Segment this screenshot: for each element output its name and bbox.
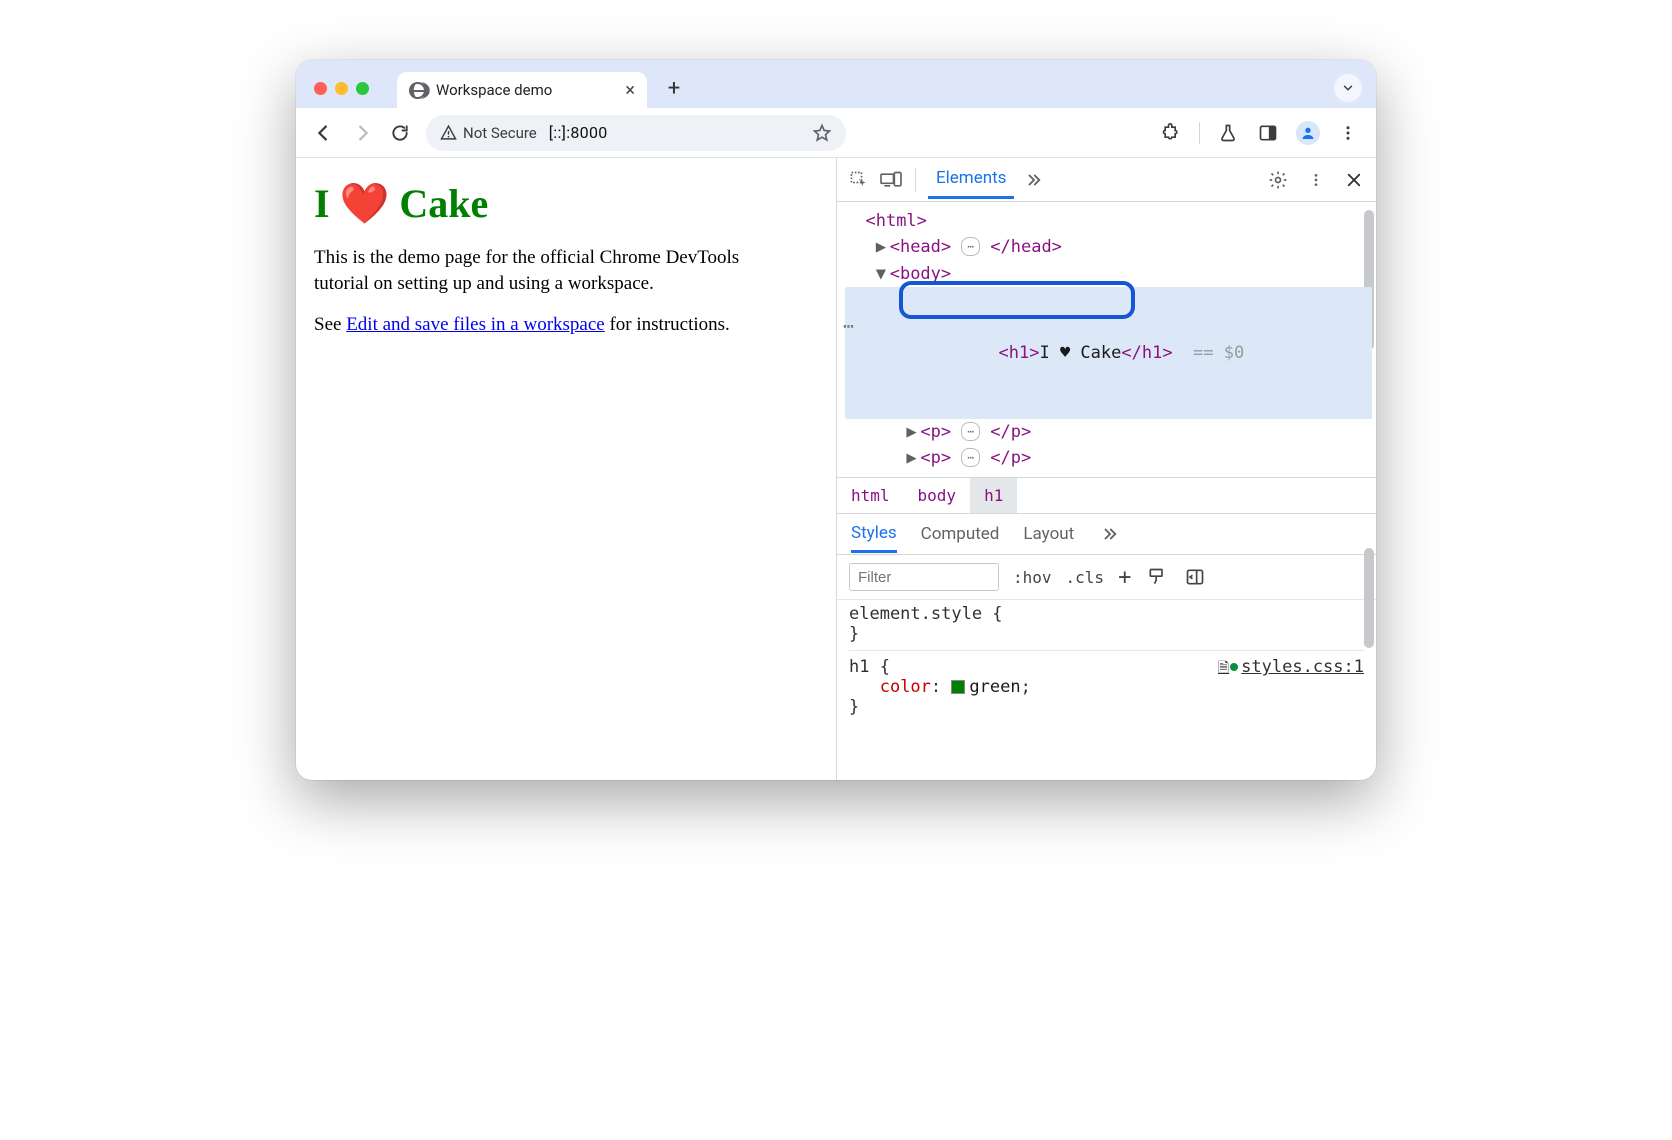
brush-icon xyxy=(1147,567,1167,587)
close-window-button[interactable] xyxy=(314,82,327,95)
tabs-overflow-button[interactable] xyxy=(1334,74,1362,102)
styles-filter-input[interactable] xyxy=(849,563,999,591)
page-heading: I ❤️ Cake xyxy=(314,180,818,227)
styles-subtabs: Styles Computed Layout xyxy=(837,513,1376,555)
panel-icon xyxy=(1258,123,1278,143)
bookmark-button[interactable] xyxy=(812,123,832,143)
extensions-button[interactable] xyxy=(1159,121,1183,145)
window-controls xyxy=(314,82,369,95)
styles-toolbar: :hov .cls + xyxy=(837,555,1376,599)
devtools-settings-button[interactable] xyxy=(1266,168,1290,192)
device-icon xyxy=(880,170,902,190)
rule-element-style[interactable]: element.style { } xyxy=(849,604,1364,644)
browser-toolbar: Not Secure [::]:8000 xyxy=(296,108,1376,158)
security-chip[interactable]: Not Secure xyxy=(440,124,537,142)
computed-panel-toggle[interactable] xyxy=(1183,565,1207,589)
hov-toggle[interactable]: :hov xyxy=(1013,568,1052,587)
page-paragraph-1: This is the demo page for the official C… xyxy=(314,245,774,296)
rule-source-link[interactable]: 🗎styles.css:1 xyxy=(1218,657,1364,681)
file-icon: 🗎 xyxy=(1218,660,1229,676)
toolbar-right xyxy=(1159,121,1360,145)
rule-close: } xyxy=(849,624,1364,644)
browser-window: Workspace demo × + Not Secure [::]:8000 xyxy=(296,60,1376,780)
chevrons-right-icon xyxy=(1100,525,1120,543)
paint-icon[interactable] xyxy=(1145,565,1169,589)
subtabs-overflow-button[interactable] xyxy=(1098,522,1122,546)
kebab-icon xyxy=(1339,124,1357,142)
dom-node-html[interactable]: <html> xyxy=(845,208,1372,234)
forward-button[interactable] xyxy=(350,121,374,145)
tabs-overflow-button[interactable] xyxy=(1022,168,1046,192)
dom-node-head[interactable]: ▶<head> ⋯ </head> xyxy=(845,234,1372,260)
devtools-panel: Elements <html> xyxy=(836,158,1376,780)
puzzle-icon xyxy=(1161,123,1181,143)
dom-tree[interactable]: <html> ▶<head> ⋯ </head> ▼<body> ⋯ <h1>I… xyxy=(837,202,1376,477)
color-swatch[interactable] xyxy=(951,680,965,694)
tab-close-button[interactable]: × xyxy=(625,80,635,101)
globe-icon xyxy=(409,82,426,99)
reload-button[interactable] xyxy=(388,121,412,145)
browser-menu-button[interactable] xyxy=(1336,121,1360,145)
tab-elements[interactable]: Elements xyxy=(928,160,1014,199)
p2-suffix: for instructions. xyxy=(605,314,730,335)
crumb-body[interactable]: body xyxy=(904,478,971,513)
security-label: Not Secure xyxy=(463,124,537,142)
new-tab-button[interactable]: + xyxy=(659,73,689,103)
new-style-rule-button[interactable]: + xyxy=(1118,565,1131,590)
subtab-styles[interactable]: Styles xyxy=(851,516,897,553)
dom-node-p1[interactable]: ▶<p> ⋯ </p> xyxy=(845,419,1372,445)
inspect-icon xyxy=(849,170,869,190)
styles-rules: element.style { } 🗎styles.css:1 h1 { col… xyxy=(837,599,1376,729)
dom-node-body[interactable]: ▼<body> xyxy=(845,261,1372,287)
crumb-html[interactable]: html xyxy=(837,478,904,513)
page-paragraph-2: See Edit and save files in a workspace f… xyxy=(314,312,774,338)
address-bar[interactable]: Not Secure [::]:8000 xyxy=(426,115,846,151)
warning-icon xyxy=(440,124,457,141)
dom-node-p2[interactable]: ▶<p> ⋯ </p> xyxy=(845,445,1372,471)
close-icon xyxy=(1345,171,1363,189)
highlight-box xyxy=(899,281,1135,319)
maximize-window-button[interactable] xyxy=(356,82,369,95)
subtab-computed[interactable]: Computed xyxy=(921,517,1000,551)
browser-tab[interactable]: Workspace demo × xyxy=(397,72,647,108)
minimize-window-button[interactable] xyxy=(335,82,348,95)
url-text: [::]:8000 xyxy=(549,123,608,142)
p2-prefix: See xyxy=(314,314,346,335)
workspace-dot-icon xyxy=(1230,663,1238,671)
rule-selector: element.style { xyxy=(849,604,1364,624)
dom-node-h1-selected[interactable]: ⋯ <h1>I ♥ Cake</h1> == $0 xyxy=(845,287,1372,419)
kebab-icon xyxy=(1308,172,1324,188)
device-toolbar-button[interactable] xyxy=(879,168,903,192)
devtools-close-button[interactable] xyxy=(1342,168,1366,192)
gear-icon xyxy=(1268,170,1288,190)
tab-strip: Workspace demo × + xyxy=(296,60,1376,108)
labs-button[interactable] xyxy=(1216,121,1240,145)
crumb-h1[interactable]: h1 xyxy=(970,478,1017,513)
back-button[interactable] xyxy=(312,121,336,145)
rule-h1[interactable]: 🗎styles.css:1 h1 { color: green; } xyxy=(849,650,1364,717)
rendered-page: I ❤️ Cake This is the demo page for the … xyxy=(296,158,836,780)
more-actions-icon[interactable]: ⋯ xyxy=(843,313,855,341)
scrollbar[interactable] xyxy=(1364,548,1374,648)
subtab-layout[interactable]: Layout xyxy=(1023,517,1074,551)
inspect-element-button[interactable] xyxy=(847,168,871,192)
profile-button[interactable] xyxy=(1296,121,1320,145)
workspace-tutorial-link[interactable]: Edit and save files in a workspace xyxy=(346,314,605,335)
devtools-menu-button[interactable] xyxy=(1304,168,1328,192)
panel-right-icon xyxy=(1185,567,1205,587)
toolbar-divider xyxy=(1199,122,1200,144)
divider xyxy=(915,168,916,192)
content-area: I ❤️ Cake This is the demo page for the … xyxy=(296,158,1376,780)
tab-title: Workspace demo xyxy=(436,81,552,99)
cls-toggle[interactable]: .cls xyxy=(1066,568,1105,587)
star-icon xyxy=(812,123,832,143)
flask-icon xyxy=(1218,123,1238,143)
devtools-toolbar: Elements xyxy=(837,158,1376,202)
rule-close: } xyxy=(849,697,1364,717)
chevrons-right-icon xyxy=(1024,171,1044,189)
dom-breadcrumbs: html body h1 xyxy=(837,477,1376,513)
side-panel-button[interactable] xyxy=(1256,121,1280,145)
chevron-down-icon xyxy=(1341,81,1355,95)
person-icon xyxy=(1300,125,1316,141)
